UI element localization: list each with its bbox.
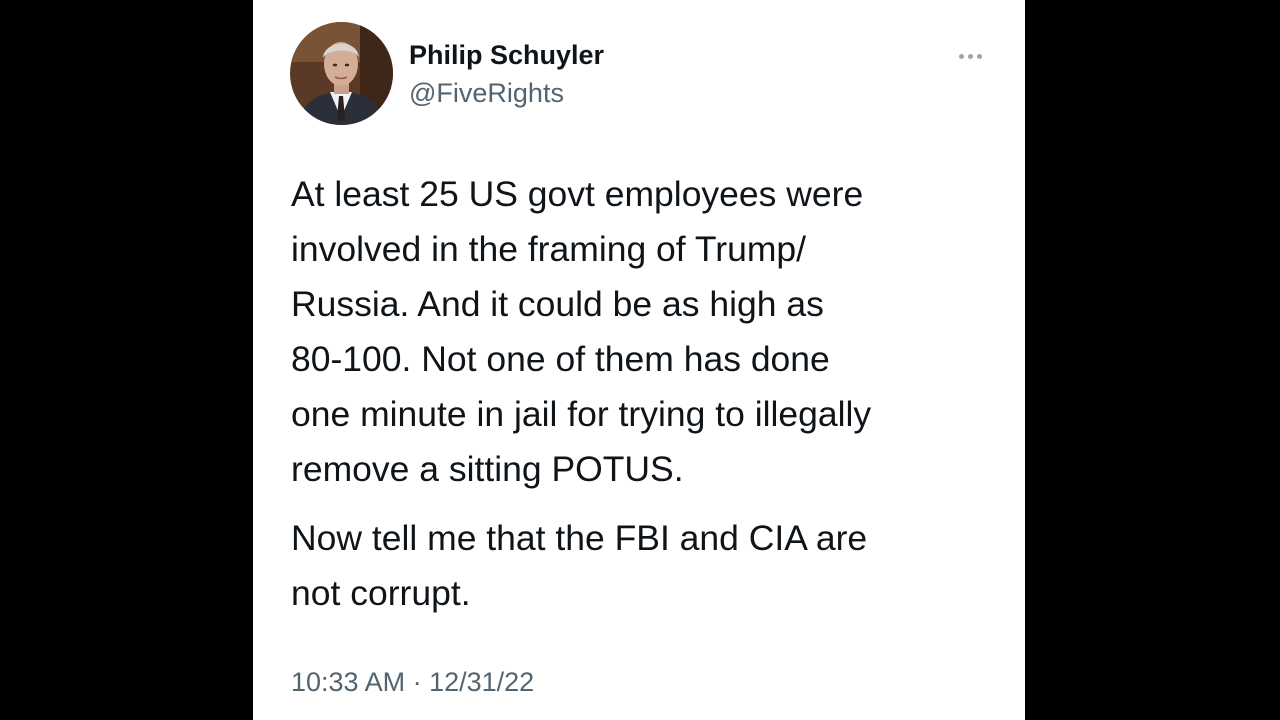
author-avatar[interactable] bbox=[290, 22, 393, 125]
tweet-paragraph: At least 25 US govt employees were invol… bbox=[291, 174, 872, 489]
author-handle[interactable]: @FiveRights bbox=[409, 78, 564, 109]
tweet-card: Philip Schuyler @FiveRights At least 25 … bbox=[253, 0, 1025, 720]
tweet-text: At least 25 US govt employees were invol… bbox=[291, 167, 1006, 621]
tweet-paragraph: Now tell me that the FBI and CIA are not… bbox=[291, 518, 868, 613]
more-options-icon[interactable] bbox=[953, 44, 989, 68]
tweet-timestamp[interactable]: 10:33 AM · 12/31/22 bbox=[291, 667, 534, 698]
profile-photo-icon bbox=[290, 22, 393, 125]
author-display-name[interactable]: Philip Schuyler bbox=[409, 40, 604, 71]
